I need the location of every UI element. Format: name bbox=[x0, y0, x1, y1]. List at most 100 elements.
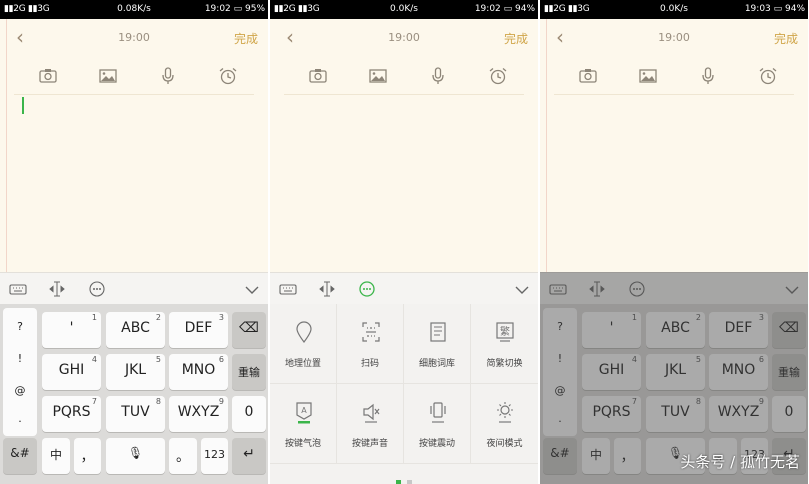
key-6[interactable]: MNO 6 bbox=[169, 354, 228, 390]
sun-icon bbox=[494, 400, 516, 424]
microphone-icon[interactable] bbox=[158, 67, 178, 85]
space-mic-key[interactable]: 🎙 bbox=[106, 438, 165, 474]
text-cursor bbox=[22, 97, 24, 114]
microphone-icon: 🎙 bbox=[127, 446, 144, 460]
key-5[interactable]: JKL 5 bbox=[106, 354, 165, 390]
night-mode-tile[interactable]: 夜间模式 bbox=[471, 384, 538, 464]
keyboard-icon[interactable] bbox=[8, 279, 28, 299]
cell-dictionary-tile[interactable]: 细胞词库 bbox=[404, 304, 471, 384]
microphone-icon[interactable] bbox=[428, 67, 448, 85]
note-header: ‹ 19:00 完成 bbox=[270, 19, 538, 57]
simplified-traditional-tile[interactable]: 繁 简繁切换 bbox=[471, 304, 538, 384]
done-button[interactable]: 完成 bbox=[774, 30, 798, 47]
note-editor[interactable]: ‹ 19:00 完成 bbox=[540, 19, 808, 272]
watermark: 头条号 / 孤竹无茗 bbox=[680, 453, 800, 471]
phone-screen-1: ▮▮2G ▮▮3G 0.08K/s 19:02 ▭ 95% ‹ 19:00 完成 bbox=[0, 0, 268, 484]
key-3[interactable]: DEF 3 bbox=[169, 312, 228, 348]
symbols-button[interactable]: &# bbox=[3, 438, 37, 474]
chinese-mode-button[interactable]: 中 bbox=[42, 438, 70, 474]
svg-text:A: A bbox=[301, 406, 307, 415]
camera-icon[interactable] bbox=[578, 67, 598, 85]
keyboard-toolbar bbox=[0, 272, 268, 304]
key-vibration-tile[interactable]: 按键震动 bbox=[404, 384, 471, 464]
key-sound-tile[interactable]: 按键声音 bbox=[337, 384, 404, 464]
key-7[interactable]: PQRS 7 bbox=[42, 396, 101, 432]
note-time: 19:00 bbox=[118, 31, 150, 44]
tile-label: 扫码 bbox=[360, 359, 379, 369]
tile-label: 地理位置 bbox=[284, 359, 321, 369]
more-icon[interactable] bbox=[87, 279, 107, 299]
note-time: 19:00 bbox=[388, 31, 420, 44]
page-dot bbox=[407, 480, 412, 484]
symbol-key[interactable]: ! bbox=[3, 352, 37, 365]
key-2[interactable]: ABC 2 bbox=[106, 312, 165, 348]
note-header: ‹ 19:00 完成 bbox=[540, 19, 808, 57]
key-4[interactable]: GHI 4 bbox=[42, 354, 101, 390]
screenshot-collage: ▮▮2G ▮▮3G 0.08K/s 19:02 ▭ 95% ‹ 19:00 完成 bbox=[0, 0, 809, 484]
dictionary-icon bbox=[427, 320, 449, 344]
camera-icon[interactable] bbox=[38, 67, 58, 85]
comma-key[interactable]: ， bbox=[74, 438, 101, 474]
key-0[interactable]: 0 bbox=[232, 396, 266, 432]
tile-label: 夜间模式 bbox=[486, 439, 523, 449]
tile-label: 按键气泡 bbox=[284, 439, 321, 449]
text-cursor-icon[interactable] bbox=[317, 279, 337, 299]
status-bar: ▮▮2G ▮▮3G 0.0K/s 19:03 ▭ 94% bbox=[540, 0, 808, 19]
page-dot-active bbox=[396, 480, 401, 484]
done-button[interactable]: 完成 bbox=[234, 30, 258, 47]
camera-icon[interactable] bbox=[308, 67, 328, 85]
backspace-button[interactable]: ⌫ bbox=[232, 312, 266, 348]
collapse-chevron-icon[interactable] bbox=[242, 279, 262, 299]
tile-label: 简繁切换 bbox=[486, 359, 523, 369]
scan-tile[interactable]: 扫码 bbox=[337, 304, 404, 384]
key-8[interactable]: TUV 8 bbox=[106, 396, 165, 432]
reenter-button[interactable]: 重输 bbox=[232, 354, 266, 390]
more-functions-panel: 地理位置 扫码 细胞词库 繁 简繁切换 A 按键气泡 按键声音 按键震动 夜间模… bbox=[270, 304, 538, 484]
keyboard-icon[interactable] bbox=[278, 279, 298, 299]
location-tile[interactable]: 地理位置 bbox=[270, 304, 337, 384]
note-editor[interactable]: ‹ 19:00 完成 bbox=[270, 19, 538, 272]
image-icon[interactable] bbox=[638, 67, 658, 85]
note-header: ‹ 19:00 完成 bbox=[0, 19, 268, 57]
image-icon[interactable] bbox=[98, 67, 118, 85]
image-icon[interactable] bbox=[368, 67, 388, 85]
note-toolbar bbox=[284, 57, 524, 95]
note-time: 19:00 bbox=[658, 31, 690, 44]
key-bubble-tile[interactable]: A 按键气泡 bbox=[270, 384, 337, 464]
note-editor[interactable]: ‹ 19:00 完成 bbox=[0, 19, 268, 272]
symbol-key[interactable]: . bbox=[3, 412, 37, 425]
key-bubble-icon: A bbox=[293, 400, 315, 424]
tile-label: 细胞词库 bbox=[418, 359, 455, 369]
key-1[interactable]: ' 1 bbox=[42, 312, 101, 348]
clock-battery: 19:03 ▭ 94% bbox=[744, 4, 805, 14]
tile-label: 按键声音 bbox=[351, 439, 388, 449]
clock-battery: 19:02 ▭ 95% bbox=[204, 4, 265, 14]
microphone-icon[interactable] bbox=[698, 67, 718, 85]
done-button[interactable]: 完成 bbox=[504, 30, 528, 47]
numeric-mode-button[interactable]: 123 bbox=[201, 438, 228, 474]
alarm-clock-icon[interactable] bbox=[758, 67, 778, 85]
more-icon[interactable] bbox=[357, 279, 377, 299]
clock-battery: 19:02 ▭ 94% bbox=[474, 4, 535, 14]
key-9[interactable]: WXYZ 9 bbox=[169, 396, 228, 432]
keyboard-toolbar bbox=[270, 272, 538, 304]
alarm-clock-icon[interactable] bbox=[218, 67, 238, 85]
period-key[interactable]: 。 bbox=[169, 438, 197, 474]
note-toolbar bbox=[14, 57, 254, 95]
alarm-clock-icon[interactable] bbox=[488, 67, 508, 85]
note-toolbar bbox=[554, 57, 794, 95]
text-cursor-icon[interactable] bbox=[47, 279, 67, 299]
status-bar: ▮▮2G ▮▮3G 0.0K/s 19:02 ▭ 94% bbox=[270, 0, 538, 19]
status-bar: ▮▮2G ▮▮3G 0.08K/s 19:02 ▭ 95% bbox=[0, 0, 268, 19]
tile-label: 按键震动 bbox=[418, 439, 455, 449]
phone-screen-3: ▮▮2G ▮▮3G 0.0K/s 19:03 ▭ 94% ‹ 19:00 完成 bbox=[540, 0, 808, 484]
scan-icon bbox=[360, 320, 382, 344]
symbol-key[interactable]: @ bbox=[3, 384, 37, 397]
collapse-chevron-icon[interactable] bbox=[512, 279, 532, 299]
speaker-mute-icon bbox=[360, 400, 382, 424]
svg-text:繁: 繁 bbox=[500, 325, 510, 338]
symbol-key[interactable]: ? bbox=[3, 320, 37, 333]
symbol-column[interactable]: ? ! @ . bbox=[3, 308, 37, 436]
enter-button[interactable]: ↵ bbox=[232, 438, 266, 474]
traditional-char-icon: 繁 bbox=[494, 320, 516, 344]
